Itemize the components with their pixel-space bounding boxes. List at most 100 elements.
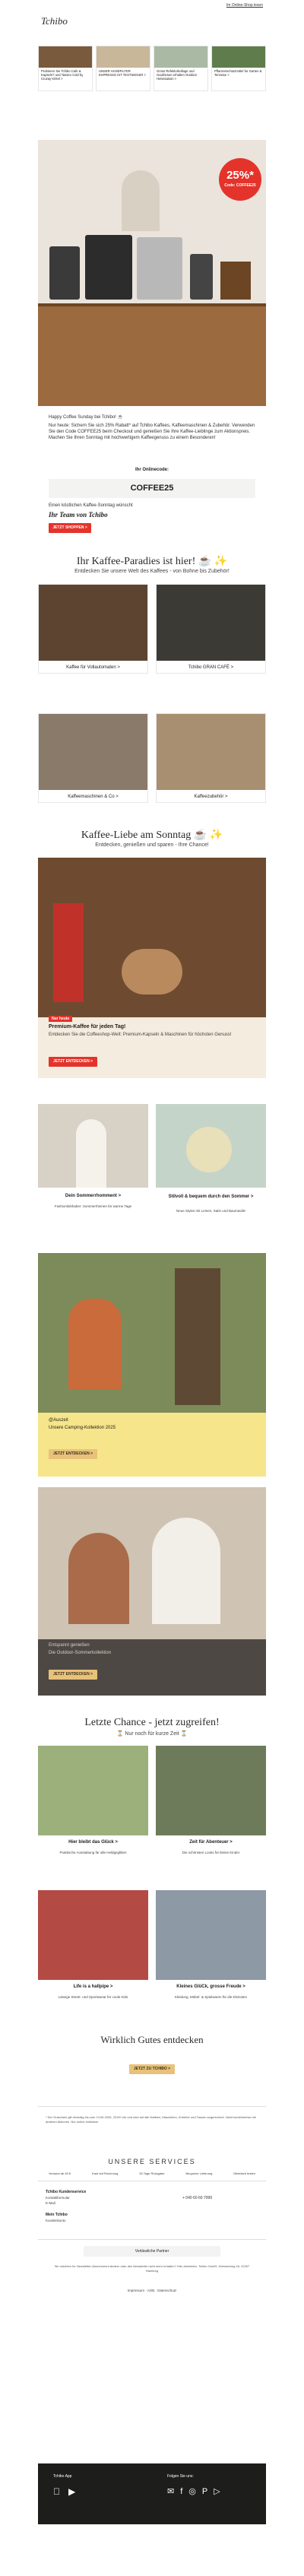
service-item[interactable]: Bequeme Lieferung	[185, 2172, 212, 2175]
kids-title: Zeit für Abenteuer >	[189, 1840, 233, 1845]
promo-tile[interactable]: Pflanzenschutzmittel fur Garten & Terras…	[211, 46, 266, 91]
coupon-code[interactable]: COFFEE25	[49, 479, 255, 498]
category-label: Kaffeezubehör >	[194, 795, 228, 799]
promo-tile[interactable]: Probieren Sie Tchibo Cafe & Kapseln? und…	[38, 46, 93, 91]
fashion-title: Dein Sommerrhomment >	[65, 1194, 122, 1198]
legal-links[interactable]: Impressum · AGB · Datenschutz	[38, 2289, 266, 2292]
coffee-machine-2	[85, 235, 132, 300]
coffee-jar	[220, 262, 251, 300]
promo-image	[154, 46, 207, 68]
service-item[interactable]: Mehrfach testen	[233, 2172, 255, 2175]
sunday-headline: Premium-Kaffee für jeden Tag!	[49, 1024, 126, 1029]
camping-tag: @Auszeit	[49, 1418, 68, 1423]
badge-percent: 25%*	[226, 169, 254, 182]
service-item[interactable]: Kauf auf Rechnung	[92, 2172, 118, 2175]
kids-card[interactable]: Hier bleibt das Glück > Praktische Ausst…	[38, 1746, 148, 1871]
kids-text: Praktische Ausstattung für alle Heldgegl…	[59, 1851, 127, 1854]
category-card[interactable]: Kaffeemaschinen & Co >	[38, 713, 148, 803]
facebook-icon[interactable]: f	[180, 2487, 188, 2496]
to-tchibo-button[interactable]: JETZT ZU TCHIBO >	[129, 2064, 175, 2074]
fashion-text: Fashionliebhaber: Sommerrheinen für warm…	[54, 1204, 132, 1208]
category-label: Kaffee für Vollautomaten >	[66, 665, 120, 670]
promo-text: Gross Refektorkollage und Gaufriesen erh…	[157, 69, 198, 81]
service-item[interactable]: 30 Tage Rückgabe	[139, 2172, 164, 2175]
promo-text: Pflanzenschutzmittel fur Garten & Terras…	[214, 69, 262, 77]
contact-form-link[interactable]: Kontaktformular	[46, 2196, 70, 2200]
category-card[interactable]: Kaffeezubehör >	[156, 713, 266, 803]
last-chance-subtitle: ⌛ Nur noch für kurze Zeit ⌛	[116, 1731, 188, 1737]
category-label: Tchibo GRAN CAFÉ >	[188, 665, 234, 670]
account-link[interactable]: Kundenkonto	[46, 2219, 66, 2222]
grinder	[190, 254, 213, 300]
kids-image	[38, 1890, 148, 1980]
discount-badge: 25%* Code: COFFEE25	[219, 158, 261, 201]
sunday-subtitle: Entdecken, genießen und sparen - Ihre Ch…	[95, 842, 209, 848]
sunday-body: Entdecken Sie die Coffeeshop-Welt: Premi…	[49, 1033, 232, 1037]
camping-button[interactable]: JETZT ENTDECKEN >	[49, 1449, 97, 1459]
view-in-browser-link[interactable]: Im Online-Shop lesen	[226, 3, 263, 8]
kids-title: Hier bleibt das Glück >	[68, 1840, 118, 1845]
category-card[interactable]: Tchibo GRAN CAFÉ >	[156, 584, 266, 674]
greeting: Happy Coffee Sunday bei Tchibo! ☕	[49, 415, 123, 420]
promo-image	[39, 46, 92, 68]
phone-number[interactable]: + 040 60 60 7999	[182, 2196, 212, 2200]
kids-card[interactable]: Kleines GlüCk, grosse Freude > Kleidung,…	[156, 1890, 266, 2016]
coffee-machine-3	[137, 237, 182, 300]
category-image	[157, 585, 265, 661]
sunday-panel[interactable]: Nur heute Premium-Kaffee für jeden Tag! …	[38, 858, 266, 1078]
kids-image	[156, 1746, 266, 1835]
service-item[interactable]: Versand ab 49 €	[49, 2172, 71, 2175]
tree-trunk	[175, 1268, 220, 1405]
promo-tile[interactable]: UNSER HANDFILTER ESPRESSO IST TESTSIEGER…	[96, 46, 150, 91]
divider	[38, 2239, 266, 2240]
fashion-card[interactable]: Dein Sommerrhomment > Fashionliebhaber: …	[38, 1104, 148, 1226]
kids-text: Die schönsten Looks für kleine Kinder	[182, 1851, 240, 1854]
services-row: Versand ab 49 € Kauf auf Rechnung 30 Tag…	[38, 2172, 266, 2175]
category-image	[157, 714, 265, 790]
divider	[38, 2106, 266, 2107]
fashion-title: Stilvoll & bequem durch den Sommer >	[168, 1194, 254, 1199]
promo-image	[212, 46, 265, 68]
promo-text: UNSER HANDFILTER ESPRESSO IST TESTSIEGER…	[99, 69, 146, 77]
contact-title: Tchibo Kundenservice	[46, 2190, 87, 2194]
code-label: Ihr Onlinecode:	[135, 468, 169, 472]
trust-badge[interactable]: Verlässliche Partner	[84, 2246, 220, 2257]
email-icon[interactable]: ✉	[167, 2486, 180, 2496]
relax-panel[interactable]: Entspannt genießen Die Outdoor-Sommerkol…	[38, 1487, 266, 1696]
relax-button[interactable]: JETZT ENTDECKEN >	[49, 1670, 97, 1680]
kids-card[interactable]: Zeit für Abenteuer > Die schönsten Looks…	[156, 1746, 266, 1871]
coffee-beans	[122, 949, 182, 995]
kids-card[interactable]: Life is a hallpipe > Lässige Street- und…	[38, 1890, 148, 2016]
fashion-card[interactable]: Stilvoll & bequem durch den Sommer > Neu…	[156, 1104, 266, 1226]
youtube-icon[interactable]: ▷	[214, 2486, 226, 2496]
hero-image[interactable]: 25%* Code: COFFEE25	[38, 140, 266, 406]
signature: Ihr Team von Tchibo	[49, 511, 108, 519]
category-card[interactable]: Kaffee für Vollautomaten >	[38, 584, 148, 674]
wall-arch	[122, 170, 160, 231]
model-figure	[76, 1119, 106, 1188]
discover-title: Wirklich Gutes entdecken	[100, 2034, 204, 2045]
play-store-icon[interactable]: ▶	[68, 2486, 75, 2497]
only-today-tag: Nur heute	[49, 1016, 73, 1022]
my-tchibo-title: Mein Tchibo	[46, 2213, 68, 2217]
instagram-icon[interactable]: ◎	[188, 2486, 202, 2496]
apple-icon[interactable]: 	[53, 2486, 60, 2497]
camping-title: Unsere Camping-Kollektion 2025	[49, 1426, 116, 1430]
email-container: Im Online-Shop lesen Tchibo Probieren Si…	[38, 0, 266, 2576]
capsule-machine	[53, 903, 84, 1002]
category-image	[39, 585, 147, 661]
camping-panel[interactable]: @Auszeit Unsere Camping-Kollektion 2025 …	[38, 1253, 266, 1477]
discover-button[interactable]: JETZT ENTDECKEN >	[49, 1057, 97, 1067]
tchibo-logo[interactable]: Tchibo	[41, 15, 68, 27]
legal-text: Sie möchten Ihr Newsletter-Abonnement än…	[54, 2264, 250, 2273]
promo-tiles: Probieren Sie Tchibo Cafe & Kapseln? und…	[38, 46, 266, 91]
coffee-machine-1	[49, 246, 80, 300]
pinterest-icon[interactable]: P	[202, 2487, 214, 2496]
email-link[interactable]: E-Mail	[46, 2201, 55, 2205]
promo-text: Probieren Sie Tchibo Cafe & Kapseln? und…	[41, 69, 84, 81]
category-image	[39, 714, 147, 790]
relax-title: Die Outdoor-Sommerkollektion	[49, 1651, 112, 1655]
shop-now-button[interactable]: JETZT SHOPPEN >	[49, 523, 91, 533]
wish-text: Einen köstlichen Kaffee-Sonntag wünscht	[49, 503, 133, 508]
promo-tile[interactable]: Gross Refektorkollage und Gaufriesen erh…	[154, 46, 208, 91]
